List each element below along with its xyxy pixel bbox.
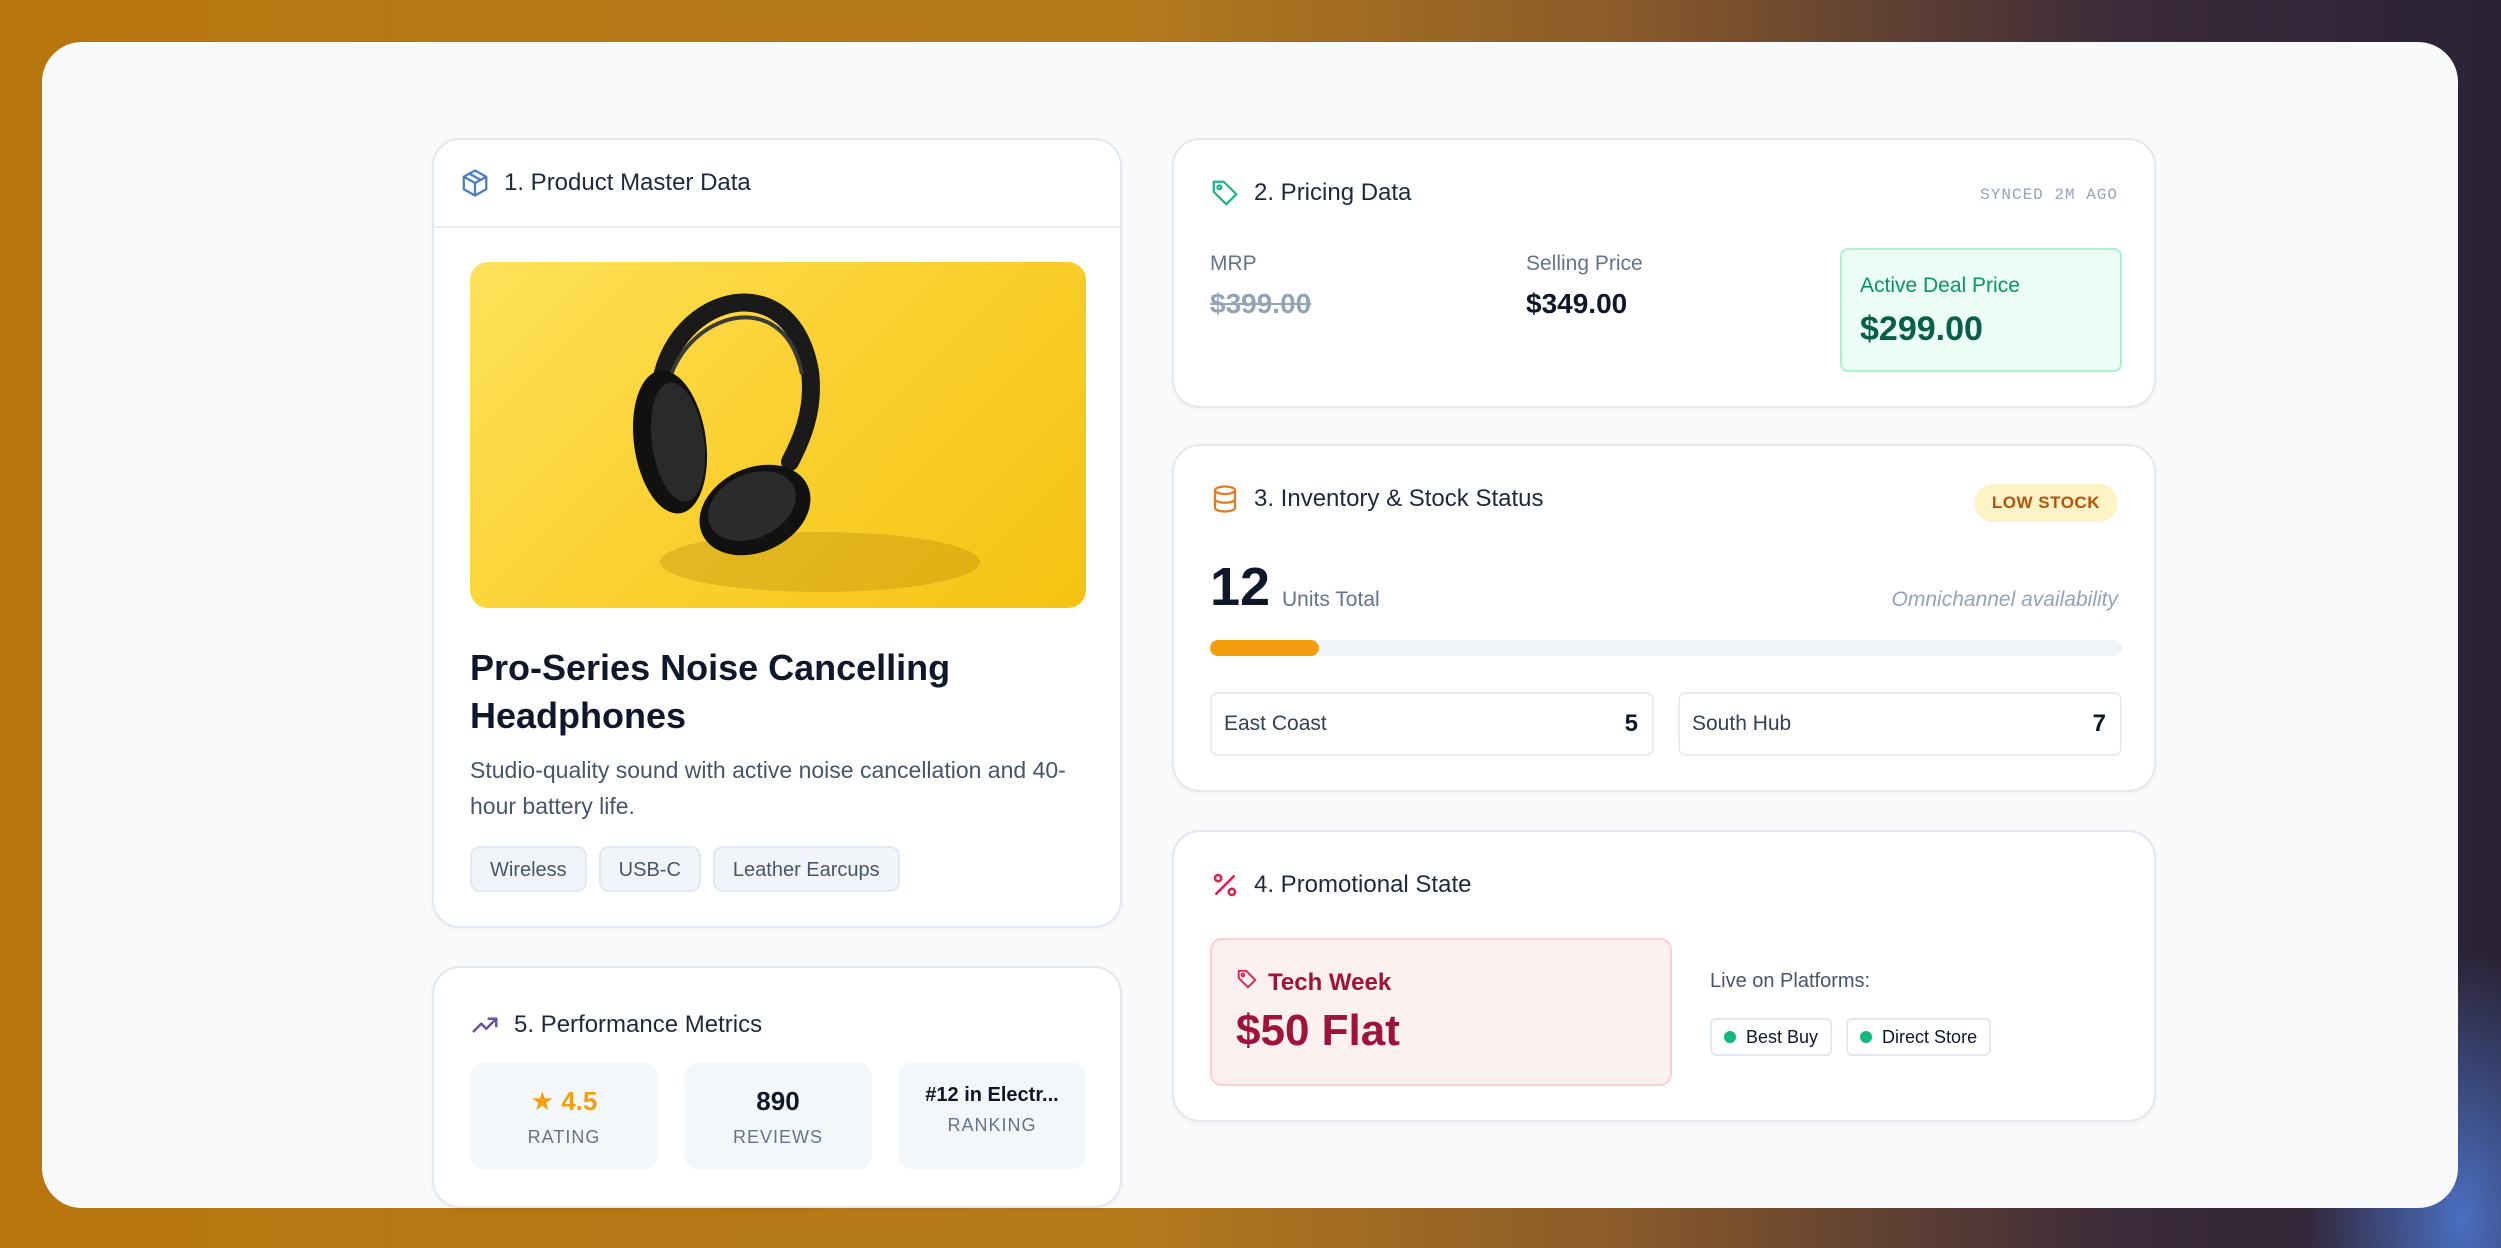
platform-list: Best Buy Direct Store [1710, 1018, 1992, 1056]
ranking-value: #12 in Electr... [925, 1084, 1059, 1106]
pricing-data-card: 2. Pricing Data SYNCED 2M AGO MRP $399.0… [1172, 138, 2156, 408]
mrp-value: $399.00 [1210, 288, 1312, 319]
active-deal-box: Active Deal Price $299.00 [1840, 248, 2122, 372]
promo-card-title: 4. Promotional State [1254, 871, 1472, 898]
product-name: Pro-Series Noise Cancelling Headphones [470, 647, 951, 736]
promotional-state-card: 4. Promotional State Tech Week $50 Flat … [1172, 830, 2156, 1122]
promo-box: Tech Week $50 Flat [1210, 938, 1672, 1086]
promo-value: $50 Flat [1236, 1006, 1400, 1055]
database-icon [1210, 484, 1240, 514]
stock-progress-fill [1210, 640, 1320, 656]
tag-chip[interactable]: USB-C [598, 846, 701, 892]
performance-card-header: 5. Performance Metrics [470, 1010, 762, 1040]
star-icon: ★ [530, 1086, 554, 1116]
promo-name: Tech Week [1268, 968, 1392, 996]
ranking-metric: #12 in Electr... RANKING [898, 1062, 1086, 1170]
header-divider [434, 226, 1120, 228]
inventory-card-title: 3. Inventory & Stock Status [1254, 485, 1544, 512]
product-card-title: 1. Product Master Data [504, 169, 751, 196]
product-master-card: 1. Product Master Data Pro-Series Noise … [432, 138, 1122, 928]
units-total-value: 12 [1210, 557, 1271, 617]
trending-up-icon [470, 1010, 500, 1040]
platform-name: Best Buy [1746, 1026, 1819, 1047]
availability-note: Omnichannel availability [1891, 588, 2118, 611]
product-description: Studio-quality sound with active noise c… [470, 757, 1066, 819]
deal-label: Active Deal Price [1860, 274, 2020, 297]
selling-price-value: $349.00 [1526, 288, 1628, 319]
inventory-card: 3. Inventory & Stock Status LOW STOCK 12… [1172, 444, 2156, 792]
rating-label: RATING [527, 1127, 601, 1147]
promo-name-row: Tech Week [1236, 968, 1391, 997]
sync-status: SYNCED 2M AGO [1980, 186, 2118, 204]
mrp-label: MRP [1210, 252, 1257, 275]
platform-name: Direct Store [1882, 1026, 1978, 1047]
performance-card-title: 5. Performance Metrics [514, 1011, 763, 1038]
location-count: 7 [2092, 710, 2106, 737]
live-platforms-label: Live on Platforms: [1710, 970, 1871, 992]
pricing-card-title: 2. Pricing Data [1254, 179, 1412, 206]
location-name: South Hub [1692, 712, 1792, 735]
location-south-hub: South Hub 7 [1678, 692, 2122, 756]
rating-value: 4.5 [561, 1086, 598, 1116]
reviews-metric: 890 REVIEWS [684, 1062, 872, 1170]
location-count: 5 [1624, 710, 1638, 737]
location-east-coast: East Coast 5 [1210, 692, 1654, 756]
platform-chip[interactable]: Direct Store [1846, 1018, 1992, 1056]
box-icon [460, 168, 490, 198]
status-dot-icon [1860, 1031, 1873, 1043]
tag-chip[interactable]: Leather Earcups [712, 846, 900, 892]
percent-icon [1210, 870, 1240, 900]
reviews-value: 890 [756, 1086, 800, 1116]
reviews-label: REVIEWS [732, 1127, 823, 1147]
dashboard-panel: 1. Product Master Data Pro-Series Noise … [42, 42, 2458, 1208]
units-total-label: Units Total [1282, 588, 1380, 611]
platform-chip[interactable]: Best Buy [1710, 1018, 1833, 1056]
low-stock-badge: LOW STOCK [1973, 484, 2118, 522]
rating-metric: ★ 4.5 RATING [470, 1062, 658, 1170]
location-name: East Coast [1224, 712, 1327, 735]
tag-chip[interactable]: Wireless [470, 846, 587, 892]
deal-value: $299.00 [1860, 310, 1983, 348]
status-dot-icon [1724, 1031, 1736, 1043]
product-image [470, 262, 1086, 608]
tag-icon [1210, 178, 1240, 208]
pricing-card-header: 2. Pricing Data [1210, 178, 1411, 208]
product-tags: Wireless USB-C Leather Earcups [470, 846, 900, 892]
selling-price-label: Selling Price [1526, 252, 1643, 275]
promo-card-header: 4. Promotional State [1210, 870, 1471, 900]
tag-icon [1236, 968, 1258, 997]
product-card-header: 1. Product Master Data [460, 168, 751, 198]
stock-progress-bar [1210, 640, 2122, 656]
inventory-card-header: 3. Inventory & Stock Status [1210, 484, 1543, 514]
rating-value-row: ★ 4.5 [470, 1086, 658, 1117]
ranking-label: RANKING [947, 1115, 1037, 1135]
performance-metrics-card: 5. Performance Metrics ★ 4.5 RATING 890 … [432, 966, 1122, 1208]
